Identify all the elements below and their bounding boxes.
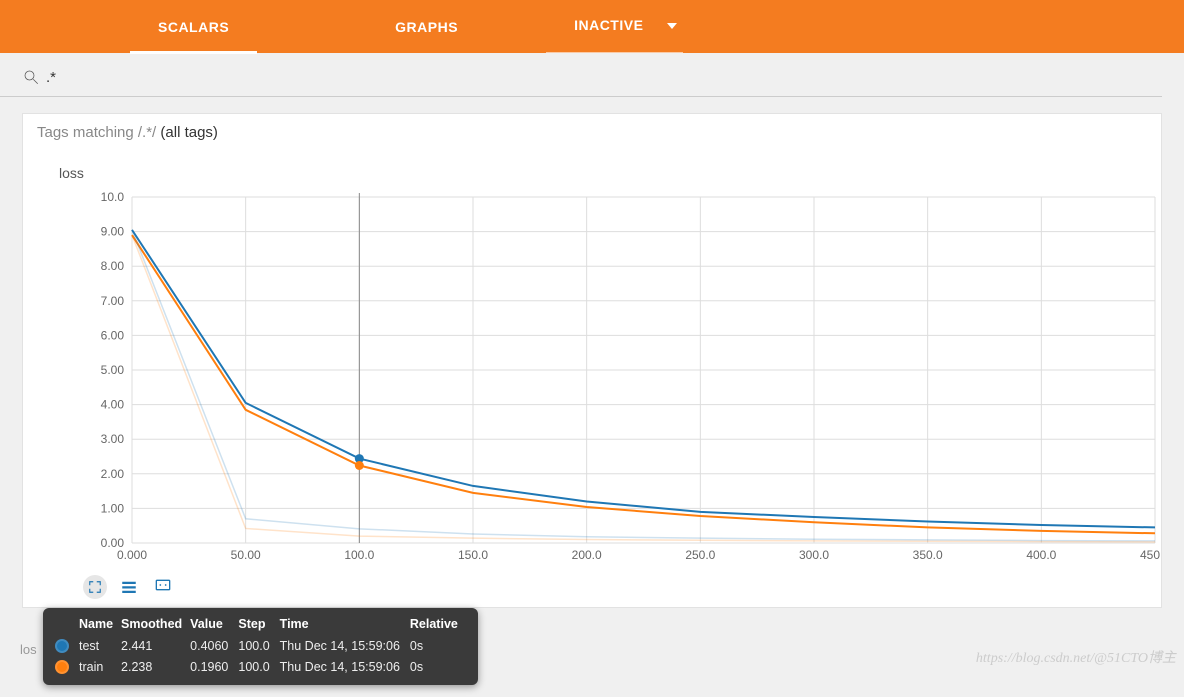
search-bar — [0, 53, 1162, 97]
chart-title: loss — [59, 165, 1161, 181]
scalar-card: Tags matching /.*/ (all tags) loss 0.001… — [22, 113, 1162, 608]
tooltip-smoothed: 2.441 — [121, 636, 190, 657]
expand-button[interactable] — [83, 575, 107, 599]
tooltip-header: Step — [238, 614, 279, 636]
svg-text:4.00: 4.00 — [101, 398, 125, 412]
svg-text:450.0: 450.0 — [1140, 548, 1161, 562]
tab-graphs[interactable]: GRAPHS — [367, 0, 486, 53]
series-swatch — [55, 639, 69, 653]
log-scale-button[interactable] — [117, 575, 141, 599]
svg-text:350.0: 350.0 — [913, 548, 943, 562]
svg-text:3.00: 3.00 — [101, 432, 125, 446]
tags-header: Tags matching /.*/ (all tags) — [23, 114, 1161, 151]
chevron-down-icon — [667, 23, 677, 29]
svg-text:250.0: 250.0 — [685, 548, 715, 562]
tooltip-header: Time — [280, 614, 410, 636]
tooltip-row: train 2.238 0.1960 100.0 Thu Dec 14, 15:… — [55, 656, 466, 677]
tooltip-header — [55, 614, 79, 636]
watermark-text: https://blog.csdn.net/@51CTO博主 — [976, 647, 1176, 667]
svg-text:150.0: 150.0 — [458, 548, 488, 562]
svg-text:8.00: 8.00 — [101, 259, 125, 273]
tags-header-prefix: Tags matching /.*/ — [37, 124, 160, 141]
svg-text:200.0: 200.0 — [572, 548, 602, 562]
svg-text:2.00: 2.00 — [101, 467, 125, 481]
svg-text:400.0: 400.0 — [1026, 548, 1056, 562]
tooltip-header: Value — [190, 614, 238, 636]
svg-text:300.0: 300.0 — [799, 548, 829, 562]
svg-text:1.00: 1.00 — [101, 501, 125, 515]
svg-text:50.00: 50.00 — [231, 548, 261, 562]
tooltip-header: Name — [79, 614, 121, 636]
top-nav: SCALARS GRAPHS INACTIVE — [0, 0, 1184, 53]
tags-header-suffix: (all tags) — [160, 124, 218, 141]
search-icon — [22, 68, 40, 91]
tooltip-value: 0.4060 — [190, 636, 238, 657]
fit-domain-button[interactable] — [151, 575, 175, 599]
tooltip-step: 100.0 — [238, 636, 279, 657]
svg-text:0.000: 0.000 — [117, 548, 147, 562]
tooltip-row: test 2.441 0.4060 100.0 Thu Dec 14, 15:5… — [55, 636, 466, 657]
dropdown-label: INACTIVE — [574, 17, 643, 33]
tooltip-time: Thu Dec 14, 15:59:06 — [280, 636, 410, 657]
svg-text:9.00: 9.00 — [101, 225, 125, 239]
svg-text:10.0: 10.0 — [101, 190, 125, 204]
hover-tooltip: NameSmoothedValueStepTimeRelative test 2… — [43, 608, 478, 685]
tooltip-name: train — [79, 656, 121, 677]
tab-label: GRAPHS — [395, 19, 458, 35]
tooltip-header: Relative — [410, 614, 466, 636]
tooltip-header: Smoothed — [121, 614, 190, 636]
search-input[interactable] — [40, 63, 1162, 96]
loss-chart[interactable]: 0.001.002.003.004.005.006.007.008.009.00… — [47, 189, 1161, 569]
tooltip-relative: 0s — [410, 636, 466, 657]
svg-text:7.00: 7.00 — [101, 294, 125, 308]
svg-text:100.0: 100.0 — [344, 548, 374, 562]
chart-toolbar — [37, 569, 1161, 607]
series-swatch — [55, 660, 69, 674]
collapsed-chart-label: los — [20, 642, 37, 657]
tooltip-relative: 0s — [410, 656, 466, 677]
svg-text:6.00: 6.00 — [101, 328, 125, 342]
inactive-dropdown[interactable]: INACTIVE — [546, 0, 683, 53]
tooltip-smoothed: 2.238 — [121, 656, 190, 677]
tooltip-step: 100.0 — [238, 656, 279, 677]
tooltip-time: Thu Dec 14, 15:59:06 — [280, 656, 410, 677]
chart-panel: loss 0.001.002.003.004.005.006.007.008.0… — [23, 151, 1161, 607]
tab-scalars[interactable]: SCALARS — [130, 0, 257, 53]
svg-text:5.00: 5.00 — [101, 363, 125, 377]
tab-label: SCALARS — [158, 19, 229, 35]
tooltip-value: 0.1960 — [190, 656, 238, 677]
tooltip-name: test — [79, 636, 121, 657]
